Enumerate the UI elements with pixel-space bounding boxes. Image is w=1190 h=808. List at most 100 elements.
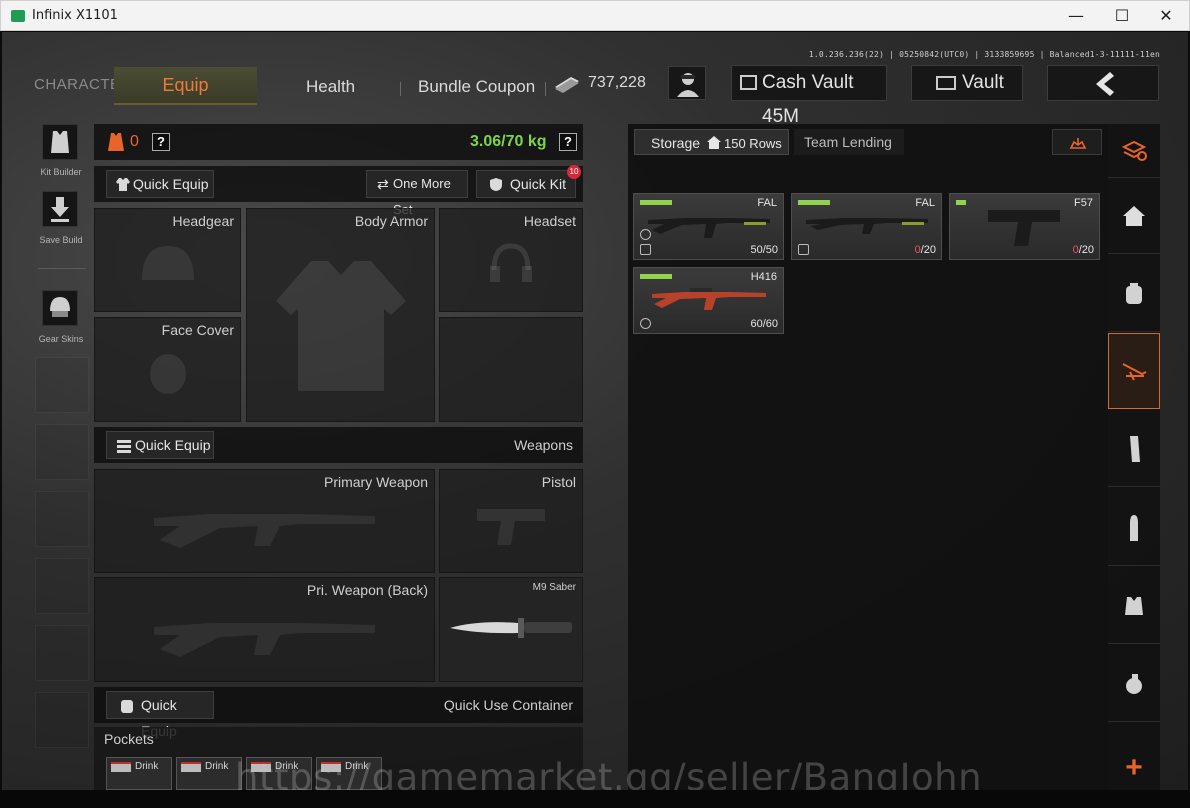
primary-weapon-back-label: Pri. Weapon (Back) [306,582,428,598]
armor-vest-icon [108,133,124,151]
pocket-item[interactable]: Drink [106,757,172,790]
body-armor-icon [275,260,406,391]
sidebar-divider [38,268,86,269]
armor-help-button[interactable]: ? [152,133,170,151]
layers-refresh-icon [1121,140,1147,161]
headset-label: Headset [523,213,576,229]
rifle-silhouette-icon [153,514,375,549]
quick-use-title: Quick Use Container [443,697,573,713]
pockets-label: Pockets [104,731,154,747]
drink-can-icon [181,762,201,772]
armor-count: 0 [130,133,139,150]
primary-weapon-back-slot[interactable]: Pri. Weapon (Back) [94,577,435,682]
storage-item-card[interactable]: F57 0/20 [949,193,1100,260]
weight-indicator: 3.06/70 kg [470,133,547,150]
gear-quick-equip-button[interactable]: Quick Equip [106,170,214,198]
quick-use-quick-equip-button[interactable]: Quick Equip [106,691,214,739]
melee-label: M9 Saber [532,582,576,593]
weapon-stack-icon [117,440,131,453]
helmet-icon [50,297,70,317]
durability-bar [956,200,966,205]
cash-vault-button[interactable]: Cash Vault 45M [731,65,887,127]
category-magazines[interactable] [1108,411,1160,487]
pistol-slot[interactable]: Pistol [439,469,583,573]
headset-slot[interactable]: Headset [439,208,583,312]
tab-team-lending[interactable]: Team Lending [794,129,904,155]
empty-gear-slot [439,317,583,422]
close-button[interactable]: ✕ [1143,1,1189,31]
cash-balance: 737,228 [588,74,646,91]
backpack-icon [1126,282,1142,304]
maximize-button[interactable]: ☐ [1099,1,1145,31]
weapons-quick-equip-label: Quick Equip [135,437,211,453]
window-titlebar: Infinix X1101 — ☐ ✕ [0,0,1190,31]
ammo-current: 60 [750,318,763,330]
tab-equip[interactable]: Equip [114,67,257,105]
armor-icon [1125,596,1143,615]
refresh-category-button[interactable] [1108,124,1160,178]
storage-panel: Storage 150 Rows Team Lending FAL 50/50 … [628,124,1108,790]
melee-slot[interactable]: M9 Saber [439,577,583,682]
storage-item-card[interactable]: FAL 50/50 [633,193,784,260]
shirt-icon [116,178,130,191]
sort-button[interactable] [1052,129,1102,155]
face-cover-slot[interactable]: Face Cover [94,317,241,422]
save-build-label: Save Build [39,235,83,245]
nav-divider [400,82,401,96]
category-throwables[interactable] [1108,646,1160,722]
sidebar-empty-slot [35,625,89,681]
tab-storage[interactable]: Storage 150 Rows [634,129,789,155]
weapons-toolbar: Quick Equip Weapons [94,427,583,463]
gas-mask-icon [149,353,186,394]
item-ammo: 50/50 [750,244,778,256]
item-ammo: 0/20 [915,244,936,256]
weapons-quick-equip-button[interactable]: Quick Equip [106,431,214,459]
pocket-item[interactable]: Drink [176,757,242,790]
fal-rifle-icon [806,218,928,234]
category-armor[interactable] [1108,568,1160,644]
gear-skins-button[interactable] [42,290,78,326]
back-arrow-icon [1096,72,1114,96]
drink-can-icon [111,762,131,772]
save-build-button[interactable] [42,191,78,227]
ammo-max: /60 [762,318,778,330]
weight-help-button[interactable]: ? [559,133,577,151]
item-attachment-icon [640,229,651,240]
category-backpack[interactable] [1108,256,1160,332]
category-weapons[interactable] [1108,333,1160,409]
magazine-icon [1130,435,1140,462]
category-rail: + [1108,124,1160,790]
fal-rifle-icon [648,218,770,238]
category-home[interactable] [1108,178,1160,254]
add-category-button[interactable]: + [1108,746,1160,790]
game-viewport: 1.0.236.236(22) | 05250842(UTC0) | 31338… [2,32,1188,790]
helmet-icon [141,246,194,281]
vault-safe-icon [740,75,757,90]
tab-bundle-coupon[interactable]: Bundle Coupon [418,77,535,97]
one-more-set-button[interactable]: ⇄ One More Set [366,170,468,217]
primary-weapon-slot[interactable]: Primary Weapon [94,469,435,573]
item-ammo-icon [798,244,809,255]
pocket-item-label: Drink [135,761,159,772]
quick-kit-label: Quick Kit [510,176,567,192]
headgear-slot[interactable]: Headgear [94,208,241,312]
download-icon [51,197,69,222]
category-ammo[interactable] [1108,490,1160,566]
pistol-silhouette-icon [477,509,545,546]
minimize-button[interactable]: — [1053,1,1099,31]
quick-kit-button[interactable]: Quick Kit 10 [476,165,581,198]
storage-item-card[interactable]: FAL 0/20 [791,193,942,260]
profile-button[interactable] [668,66,706,100]
item-attachment-icon [640,318,651,329]
primary-weapon-label: Primary Weapon [323,474,428,490]
f57-pistol-icon [988,210,1060,246]
vault-label: Vault [962,72,1004,93]
window-title: Infinix X1101 [32,8,118,23]
h416-rifle-icon [652,288,766,310]
back-button[interactable] [1047,65,1159,101]
body-armor-slot[interactable]: Body Armor [246,208,435,422]
vault-button[interactable]: Vault [911,65,1023,101]
storage-item-card[interactable]: H416 60/60 [633,267,784,334]
tab-health[interactable]: Health [306,77,355,97]
kit-builder-button[interactable] [42,124,78,160]
